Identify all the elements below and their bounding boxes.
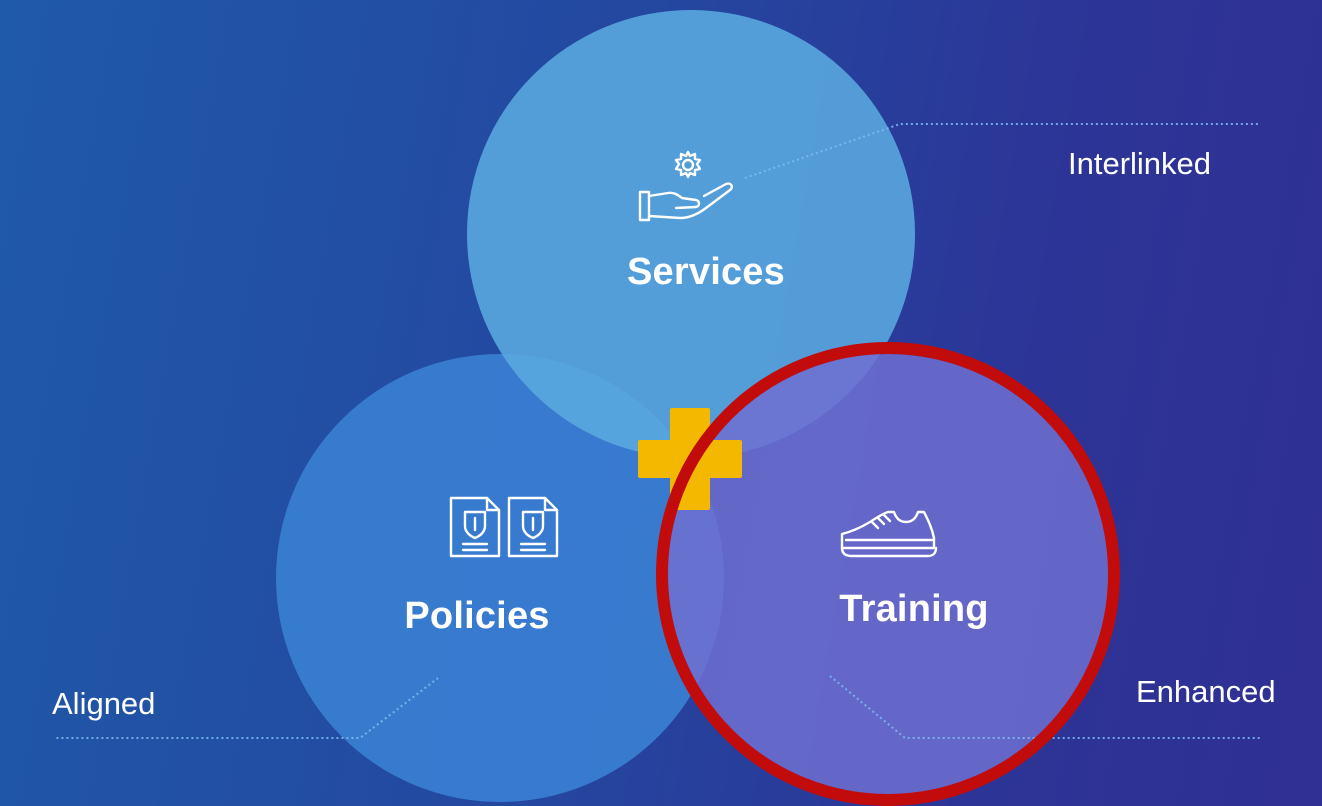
services-label: Services xyxy=(627,251,785,293)
interlinked-label: Interlinked xyxy=(1068,146,1212,181)
venn-diagram xyxy=(55,10,1260,806)
policies-label: Policies xyxy=(404,595,550,637)
training-label: Training xyxy=(839,588,989,630)
sneaker-icon xyxy=(836,508,942,560)
hand-gear-icon xyxy=(634,148,744,228)
aligned-label: Aligned xyxy=(52,686,156,721)
documents-icon xyxy=(447,494,563,560)
diagram-canvas: Services Policies Training Interlinked A… xyxy=(0,0,1322,806)
enhanced-label: Enhanced xyxy=(1136,674,1276,709)
